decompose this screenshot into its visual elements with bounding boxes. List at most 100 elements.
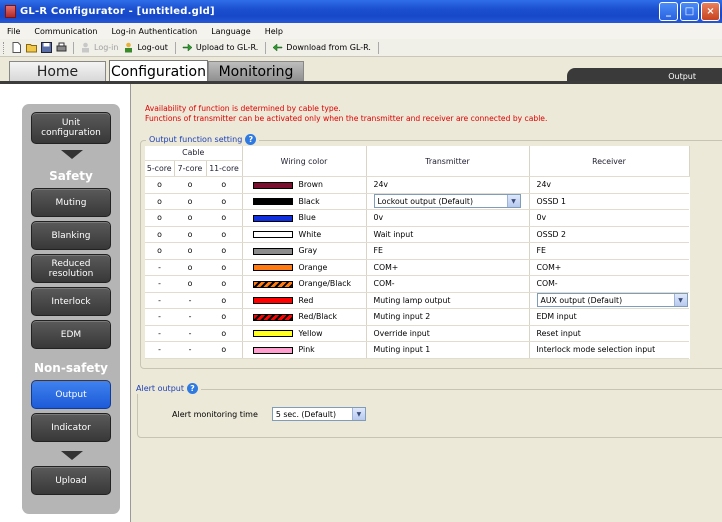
help-icon[interactable]: ? [186, 383, 198, 394]
color-swatch [252, 198, 293, 206]
wiring-color-label: Red [298, 295, 314, 305]
receiver-cell: FE [529, 242, 689, 260]
menu-help[interactable]: Help [258, 27, 290, 36]
menu-bar: File Communication Log-in Authentication… [0, 23, 722, 39]
minimize-button[interactable]: _ [659, 2, 678, 21]
cell-11-core: o [206, 193, 243, 210]
nav-unit-configuration[interactable]: Unit configuration [31, 112, 111, 144]
nav-output[interactable]: Output [31, 380, 111, 409]
cell-7-core: o [174, 209, 206, 227]
chevron-down-icon[interactable]: ▼ [506, 195, 520, 208]
transmitter-cell: Override input [366, 325, 530, 342]
cell-5-core: o [145, 226, 174, 243]
print-icon[interactable] [56, 42, 67, 53]
cell-11-core: o [206, 308, 243, 326]
upload-icon[interactable] [182, 42, 193, 53]
nav-indicator[interactable]: Indicator [31, 413, 111, 442]
chevron-down-icon[interactable]: ▼ [351, 408, 365, 420]
wiring-color-label: Black [298, 196, 320, 206]
down-arrow-icon [61, 150, 83, 159]
nav-section-safety: Safety [49, 169, 93, 183]
open-folder-icon[interactable] [26, 42, 37, 53]
wiring-color-header: Wiring color [242, 146, 367, 177]
receiver-cell: OSSD 1 [529, 193, 689, 210]
nav-blanking[interactable]: Blanking [31, 221, 111, 250]
wiring-color-label: Orange [298, 262, 328, 272]
alert-output-title: Alert output [136, 384, 184, 393]
wiring-color-cell: Pink [242, 341, 367, 359]
tab-configuration[interactable]: Configuration [109, 60, 208, 82]
cell-11-core: o [206, 259, 243, 276]
close-button[interactable]: × [701, 2, 720, 21]
logout-button[interactable]: Log-out [137, 43, 167, 52]
cell-7-core: o [174, 275, 206, 293]
cell-7-core: - [174, 341, 206, 359]
wiring-color-cell: Blue [242, 209, 367, 227]
logout-icon[interactable] [123, 42, 134, 53]
wiring-color-label: Gray [298, 246, 318, 256]
menu-language[interactable]: Language [204, 27, 257, 36]
transmitter-function-select[interactable]: Lockout output (Default) ▼ [373, 194, 521, 209]
login-icon [82, 42, 89, 53]
nav-edm[interactable]: EDM [31, 320, 111, 349]
alert-monitoring-row: Alert monitoring time 5 sec. (Default) ▼ [172, 407, 366, 421]
nav-muting[interactable]: Muting [31, 188, 111, 217]
upload-to-glr-button[interactable]: Upload to GL-R. [196, 43, 258, 52]
login-button[interactable]: Log-in [94, 43, 118, 52]
alert-output-legend: Alert output ? [133, 383, 201, 394]
nav-upload[interactable]: Upload [31, 466, 111, 495]
table-row: o o o White Wait input OSSD 2 [145, 226, 689, 243]
receiver-cell: 0v [529, 209, 689, 227]
app-icon [5, 5, 16, 18]
tab-home[interactable]: Home [9, 61, 106, 81]
cell-5-core: - [145, 259, 174, 276]
menu-login-authentication[interactable]: Log-in Authentication [104, 27, 204, 36]
cell-5-core: - [145, 275, 174, 293]
menu-file[interactable]: File [0, 27, 27, 36]
cell-5-core: o [145, 176, 174, 194]
cell-5-core: o [145, 193, 174, 210]
11-core-header: 11-core [206, 160, 243, 177]
download-icon[interactable] [272, 42, 283, 53]
alert-monitoring-time-select[interactable]: 5 sec. (Default) ▼ [271, 407, 366, 421]
cell-11-core: o [206, 226, 243, 243]
output-function-table: Cable Wiring color Transmitter Receiver … [145, 146, 690, 359]
cell-5-core: - [145, 325, 174, 342]
nav-interlock[interactable]: Interlock [31, 287, 111, 316]
color-swatch [252, 247, 293, 255]
left-nav: Unit configuration Safety Muting Blankin… [0, 84, 131, 522]
toolbar: Log-in Log-out Upload to GL-R. Download … [0, 39, 722, 57]
receiver-function-select[interactable]: AUX output (Default) ▼ [536, 293, 688, 308]
cell-11-core: o [206, 176, 243, 194]
cell-5-core: - [145, 308, 174, 326]
notice-line-2: Functions of transmitter can be activate… [145, 114, 548, 123]
table-row: - - o Red Muting lamp output AUX output (Defa… [145, 292, 689, 309]
receiver-cell: OSSD 2 [529, 226, 689, 243]
receiver-cell: COM+ [529, 259, 689, 276]
menu-communication[interactable]: Communication [27, 27, 104, 36]
transmitter-cell: COM+ [366, 259, 530, 276]
table-row: - o o Orange/Black COM- COM- [145, 275, 689, 293]
wiring-color-label: Red/Black [298, 312, 338, 322]
color-swatch [252, 330, 293, 338]
help-icon[interactable]: ? [245, 134, 257, 145]
cell-7-core: o [174, 176, 206, 194]
toolbar-grip [3, 41, 6, 54]
transmitter-header: Transmitter [366, 146, 530, 177]
cell-11-core: o [206, 292, 243, 309]
color-swatch [252, 346, 293, 354]
tab-monitoring[interactable]: Monitoring [208, 61, 304, 81]
download-from-glr-button[interactable]: Download from GL-R. [286, 43, 371, 52]
maximize-button[interactable]: □ [680, 2, 699, 21]
cell-7-core: o [174, 259, 206, 276]
transmitter-cell: Lockout output (Default) ▼ [366, 193, 530, 210]
cell-7-core: o [174, 226, 206, 243]
save-icon[interactable] [41, 42, 52, 53]
receiver-cell: COM- [529, 275, 689, 293]
nav-reduced-resolution[interactable]: Reduced resolution [31, 254, 111, 283]
transmitter-cell: FE [366, 242, 530, 260]
chevron-down-icon[interactable]: ▼ [673, 294, 687, 307]
color-swatch [252, 313, 293, 321]
new-file-icon[interactable] [11, 42, 22, 53]
color-swatch [252, 280, 293, 288]
